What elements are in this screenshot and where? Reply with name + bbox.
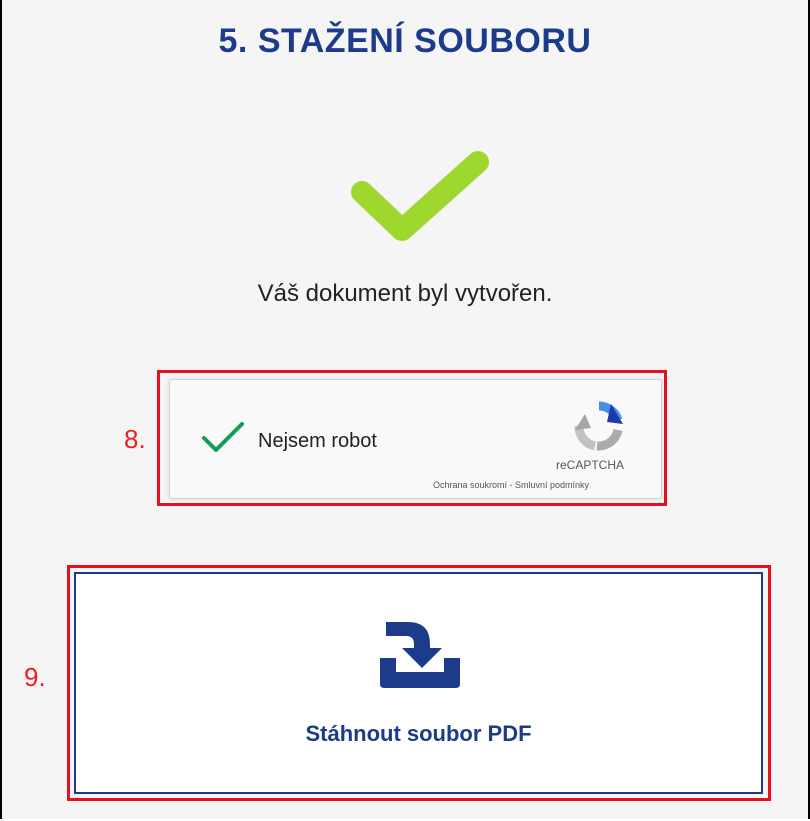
page-title: 5. STAŽENÍ SOUBORU <box>218 22 592 60</box>
recaptcha-links[interactable]: Ochrana soukromí - Smluvní podmínky <box>433 480 589 490</box>
recaptcha-brand: reCAPTCHA <box>556 458 625 472</box>
download-pdf-button[interactable]: Stáhnout soubor PDF <box>74 572 763 794</box>
step-label-recaptcha: 8. <box>124 424 146 454</box>
checkmark-icon <box>351 151 489 241</box>
download-button-label: Stáhnout soubor PDF <box>305 721 532 746</box>
recaptcha-logo-icon <box>574 401 623 451</box>
status-message: Váš dokument byl vytvořen. <box>257 280 553 307</box>
recaptcha-label[interactable]: Nejsem robot <box>258 430 377 453</box>
step-label-download: 9. <box>24 662 46 692</box>
download-panel: 5. STAŽENÍ SOUBORU Váš dokument byl vytv… <box>0 0 810 819</box>
download-icon <box>380 622 460 688</box>
recaptcha-checkbox[interactable] <box>200 420 246 454</box>
recaptcha-widget: Nejsem robot reCAPTCHA Ochrana soukromí … <box>169 379 662 499</box>
